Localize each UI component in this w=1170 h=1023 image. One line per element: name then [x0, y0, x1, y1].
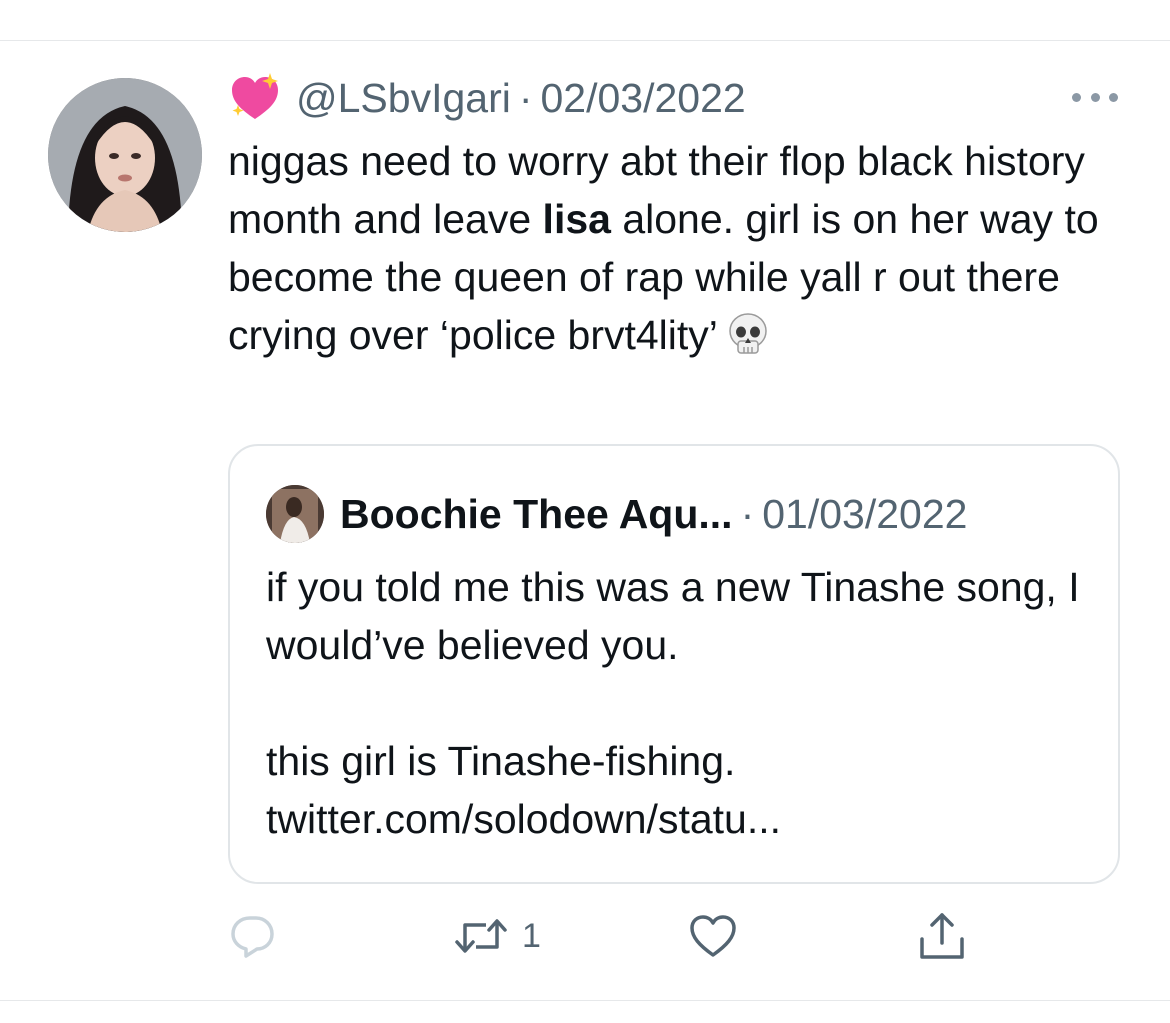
share-button[interactable]: [916, 908, 968, 964]
avatar-image: [48, 78, 202, 232]
sparkling-heart-icon: [232, 73, 278, 119]
heart-icon: [690, 915, 736, 957]
quoted-author-name[interactable]: Boochie Thee Aqu...: [340, 491, 733, 538]
quoted-tweet-header: Boochie Thee Aqu... · 01/03/2022: [266, 484, 967, 544]
retweet-button[interactable]: 1: [454, 908, 541, 964]
avatar[interactable]: [48, 78, 202, 232]
quoted-header-separator: ·: [740, 490, 755, 537]
share-icon: [920, 913, 964, 959]
header-separator: ·: [518, 74, 533, 121]
quoted-tweet-date: 01/03/2022: [762, 490, 968, 537]
tweet-header: @LSbvIgari · 02/03/2022: [228, 68, 746, 128]
retweet-count: 1: [522, 916, 541, 955]
quoted-tweet-card[interactable]: Boochie Thee Aqu... · 01/03/2022 if you …: [228, 444, 1120, 884]
quoted-avatar: [266, 485, 324, 543]
reply-button[interactable]: [228, 908, 278, 964]
tweet-text-bold: lisa: [542, 196, 611, 242]
bottom-divider: [0, 1000, 1170, 1001]
top-divider: [0, 40, 1170, 41]
author-handle[interactable]: @LSbvIgari: [296, 75, 511, 122]
tweet-text: niggas need to worry abt their flop blac…: [228, 132, 1138, 364]
like-button[interactable]: [688, 908, 738, 964]
quoted-avatar-image: [266, 485, 324, 543]
more-options-icon[interactable]: [1072, 82, 1118, 112]
reply-icon: [231, 916, 274, 958]
tweet-actions: 1: [228, 908, 1008, 964]
retweet-icon: [455, 919, 507, 953]
skull-icon: [729, 313, 767, 354]
quoted-tweet-text: if you told me this was a new Tinashe so…: [266, 564, 1080, 842]
tweet-date[interactable]: 02/03/2022: [541, 75, 746, 122]
